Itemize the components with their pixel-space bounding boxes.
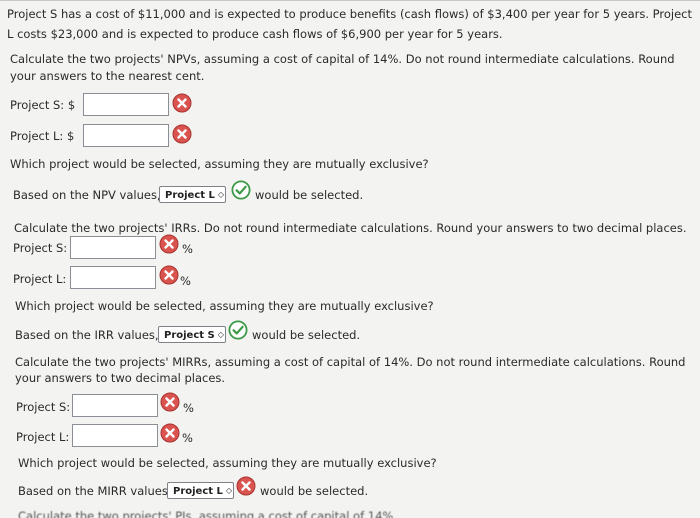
npv-l-label: Project L: $: [10, 129, 75, 143]
npv-s-input[interactable]: [83, 93, 169, 116]
npv-selected-value: Project L: [165, 190, 215, 201]
mirr-s-unit: %: [183, 401, 194, 415]
npv-based-prefix: Based on the NPV values,: [13, 188, 161, 202]
irr-l-label: Project L:: [13, 272, 67, 286]
wrong-icon: [160, 392, 180, 412]
mirr-instruction-2: your answers to two decimal places.: [15, 371, 226, 385]
correct-check-icon: [231, 180, 251, 200]
wrong-icon: [159, 234, 179, 254]
mirr-l-input[interactable]: [72, 424, 158, 447]
npv-question: Which project would be selected, assumin…: [10, 157, 429, 171]
mirr-based-suffix: would be selected.: [260, 484, 369, 498]
irr-based-prefix: Based on the IRR values,: [15, 328, 159, 342]
npv-based-suffix: would be selected.: [255, 188, 364, 202]
irr-s-unit: %: [182, 242, 193, 256]
problem-line-2: L costs $23,000 and is expected to produ…: [7, 27, 503, 41]
wrong-icon: [172, 93, 192, 113]
mirr-l-unit: %: [182, 431, 193, 445]
mirr-l-label: Project L:: [16, 430, 70, 444]
wrong-icon: [160, 423, 180, 443]
mirr-question: Which project would be selected, assumin…: [18, 456, 437, 470]
problem-line-1: Project S has a cost of $11,000 and is e…: [7, 7, 693, 21]
irr-instruction: Calculate the two projects' IRRs. Do not…: [14, 221, 687, 235]
npv-project-select[interactable]: Project L ◇: [159, 186, 226, 203]
irr-project-select[interactable]: Project S ◇: [158, 326, 226, 343]
wrong-icon: [172, 124, 192, 144]
mirr-s-label: Project S:: [16, 400, 71, 414]
correct-check-icon: [228, 320, 248, 340]
mirr-s-input[interactable]: [72, 394, 158, 417]
mirr-project-select[interactable]: Project L ◇: [167, 482, 234, 499]
irr-s-input[interactable]: [70, 236, 156, 259]
npv-instruction-2: your answers to the nearest cent.: [10, 69, 205, 83]
wrong-icon: [236, 476, 256, 496]
mirr-based-prefix: Based on the MIRR values,: [18, 484, 172, 498]
chevron-updown-icon: ◇: [225, 486, 233, 495]
top-divider: [0, 0, 700, 1]
irr-selected-value: Project S: [164, 330, 215, 341]
irr-question: Which project would be selected, assumin…: [15, 299, 434, 313]
npv-l-input[interactable]: [83, 124, 169, 147]
mirr-instruction-1: Calculate the two projects' MIRRs, assum…: [15, 355, 686, 369]
irr-l-unit: %: [180, 274, 191, 288]
irr-based-suffix: would be selected.: [252, 328, 361, 342]
npv-s-label: Project S: $: [10, 98, 76, 112]
chevron-updown-icon: ◇: [217, 190, 225, 199]
cutoff-instruction: Calculate the two projects' PIs, assumin…: [18, 509, 397, 518]
irr-s-label: Project S:: [13, 241, 68, 255]
mirr-selected-value: Project L: [173, 486, 223, 497]
wrong-icon: [159, 265, 179, 285]
chevron-updown-icon: ◇: [217, 330, 224, 339]
npv-instruction-1: Calculate the two projects' NPVs, assumi…: [10, 52, 675, 66]
irr-l-input[interactable]: [70, 266, 156, 289]
